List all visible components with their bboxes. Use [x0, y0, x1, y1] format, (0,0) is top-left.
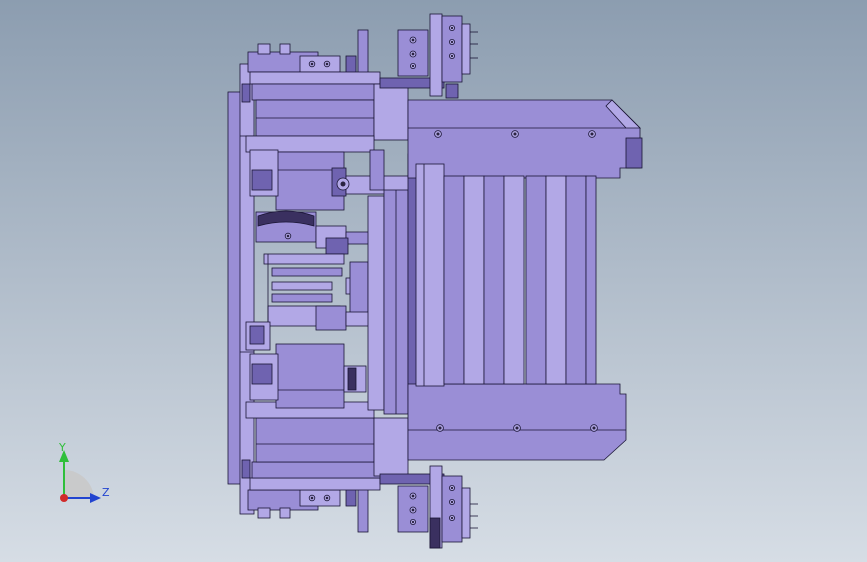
lower-shaft-collar: [315, 305, 347, 331]
screw-hole-core: [411, 520, 415, 524]
screw-hole-core: [450, 500, 454, 504]
gripper-finger: [545, 175, 567, 385]
top-vertical-guide: [429, 13, 443, 97]
bottom-bracket: [251, 461, 383, 479]
screw-hole-core: [310, 496, 314, 500]
screw-hole-core: [411, 64, 415, 68]
screw-hole-core: [411, 508, 415, 512]
bottom-spacer: [345, 487, 357, 507]
left-frame-rail: [239, 63, 255, 515]
upper-shaft-nut: [325, 237, 349, 255]
center-vertical-plate: [367, 195, 385, 411]
cad-viewport[interactable]: Y Z: [0, 0, 867, 562]
top-cylinder-end: [461, 23, 471, 75]
lower-motor-face: [251, 363, 273, 385]
gripper-finger: [483, 175, 505, 385]
triad-z-label: Z: [102, 486, 110, 499]
top-bracket: [251, 83, 383, 101]
left-clamp-block: [241, 83, 251, 103]
screw-hole-core: [325, 496, 329, 500]
top-slide-block: [299, 55, 341, 73]
screw-hole-core: [450, 40, 454, 44]
triad-y-label: Y: [59, 441, 66, 454]
screw-hole-core: [411, 38, 415, 42]
bottom-bolt-head: [257, 507, 271, 519]
side-bracket-face: [249, 325, 265, 345]
screw-hole-core: [450, 516, 454, 520]
guide-rod: [271, 267, 343, 277]
screw-hole-core: [450, 54, 454, 58]
lower-shaft: [345, 311, 371, 327]
screw-hole-core: [513, 132, 517, 136]
upper-side-plate: [373, 83, 409, 141]
screw-hole-core: [436, 132, 440, 136]
screw-hole-core: [310, 62, 314, 66]
guide-rod: [271, 281, 333, 291]
top-rail: [249, 71, 381, 85]
gripper-finger: [565, 175, 587, 385]
top-bolt-head: [279, 43, 291, 55]
screw-hole-core: [450, 26, 454, 30]
top-spacer: [345, 55, 357, 75]
gripper-finger: [463, 175, 485, 385]
screw-hole-core: [411, 52, 415, 56]
top-lug: [445, 83, 459, 99]
lower-motor-housing: [275, 343, 345, 409]
lower-block: [255, 417, 375, 463]
top-bolt-head: [257, 43, 271, 55]
gripper-finger: [443, 175, 465, 385]
bottom-slide-block: [299, 489, 341, 507]
gripper-finger: [525, 175, 547, 385]
screw-hole-core: [286, 234, 290, 238]
bottom-bolt-head: [279, 507, 291, 519]
guide-rod: [271, 293, 333, 303]
upper-jaw-tip: [625, 137, 643, 169]
screw-hole-core: [450, 486, 454, 490]
screw-hole-core: [592, 426, 596, 430]
bottom-dark-insert: [429, 517, 441, 549]
upper-shaft: [345, 231, 371, 245]
gripper-finger: [503, 175, 525, 385]
screw-hole-core: [438, 426, 442, 430]
screw-hole-core: [325, 62, 329, 66]
lower-clevis-slot: [347, 367, 357, 391]
pivot-core: [340, 181, 346, 187]
guide-rod: [263, 253, 345, 265]
screw-hole-core: [515, 426, 519, 430]
assembly-model[interactable]: [0, 0, 867, 562]
triad-x-axis: [60, 494, 68, 502]
bottom-cylinder-end: [461, 487, 471, 539]
gripper-finger-end: [585, 175, 597, 385]
screw-hole-core: [411, 494, 415, 498]
linkage-post: [369, 149, 385, 191]
lower-gripper-jaw: [407, 383, 627, 461]
lower-side-plate: [373, 417, 409, 477]
screw-hole-core: [590, 132, 594, 136]
bottom-rail: [249, 477, 381, 491]
gripper-finger-base: [415, 163, 445, 387]
left-clamp-block: [241, 459, 251, 479]
upper-motor-face: [251, 169, 273, 191]
